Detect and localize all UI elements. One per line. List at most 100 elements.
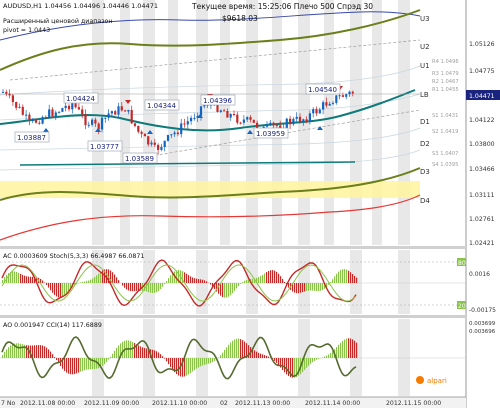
ac-bar <box>354 275 356 283</box>
svg-text:2012.11.14 00:00: 2012.11.14 00:00 <box>305 400 360 407</box>
svg-text:1.04775: 1.04775 <box>469 68 495 75</box>
ac-bar <box>220 283 222 296</box>
candle-body <box>117 106 120 115</box>
price-axis[interactable]: 1.05126 1.04775 1.04122 1.03800 1.03466 … <box>469 41 495 247</box>
ao-bar <box>316 358 318 360</box>
ao-bar <box>118 345 120 358</box>
ao-bar <box>278 358 280 366</box>
ac-bar <box>106 269 108 283</box>
ao-bar <box>344 339 346 358</box>
ac-bar <box>50 283 52 291</box>
ac-stoch-label: AC 0.0003609 Stoch(5,3,3) 66.4987 66.087… <box>3 253 144 260</box>
subwindow-separator-2[interactable] <box>0 315 466 318</box>
candle-body <box>48 109 51 118</box>
candle-body <box>338 95 341 97</box>
ao-bar <box>342 340 344 358</box>
ac-bar <box>238 283 240 286</box>
ac-bar <box>194 278 196 283</box>
candle-body <box>302 119 305 123</box>
ac-bar <box>236 283 238 289</box>
ac-bar <box>258 277 260 283</box>
svg-text:1.02761: 1.02761 <box>469 216 495 223</box>
ac-bar <box>202 279 204 283</box>
ac-bar <box>230 283 232 296</box>
ao-bar <box>340 342 342 358</box>
svg-text:alpari: alpari <box>427 377 447 385</box>
ao-bar <box>82 358 84 371</box>
ac-bar <box>282 279 284 283</box>
ac-bar <box>322 283 324 291</box>
ac-bar <box>350 272 352 283</box>
ao-bar <box>294 358 296 378</box>
ac-bar <box>318 283 320 292</box>
chart-window[interactable]: 1.04424 1.04344 1.04396 1.04540 1.03887 … <box>0 0 500 408</box>
candle-body <box>180 123 183 135</box>
ao-bar <box>34 345 36 358</box>
ao-bar <box>268 356 270 358</box>
ao-bar <box>146 348 148 358</box>
ac-bar <box>66 283 68 294</box>
ac-bar <box>314 283 316 291</box>
level-label-u2: U2 <box>420 43 430 51</box>
ac-bar <box>338 271 340 283</box>
svg-text:1.02421: 1.02421 <box>469 240 495 247</box>
ao-bar <box>192 358 194 372</box>
ao-bar <box>88 358 90 370</box>
ao-bar <box>102 358 104 366</box>
symbol-info: AUDUSD,H1 1.04456 1.04496 1.04446 1.0447… <box>3 2 158 10</box>
ac-bar <box>118 280 120 283</box>
ac-bar <box>166 281 168 283</box>
candle-body <box>94 119 97 124</box>
ao-bar <box>354 340 356 358</box>
ac-bar <box>206 281 208 283</box>
ac-bar <box>100 271 102 283</box>
ao-bar <box>264 355 266 358</box>
candle-body <box>54 112 57 117</box>
ac-bar <box>12 271 14 283</box>
ao-bar <box>244 341 246 358</box>
svg-text:7 No: 7 No <box>1 400 16 407</box>
ac-bar <box>48 283 50 288</box>
ao-bar <box>76 358 78 374</box>
ao-bar <box>44 346 46 358</box>
ao-bar <box>190 358 192 374</box>
svg-text:0.0016: 0.0016 <box>469 271 490 278</box>
candle-body <box>348 91 351 95</box>
candle-body <box>285 118 288 129</box>
ao-bar <box>74 358 76 374</box>
ac-bar <box>234 283 236 291</box>
ao-bar <box>230 342 232 358</box>
ac-bar <box>320 283 322 291</box>
ac-bar <box>330 282 332 283</box>
level-label-lb: LB <box>420 91 429 99</box>
ac-bar <box>356 277 358 283</box>
ac-bar <box>8 273 10 283</box>
subwindow-separator-1[interactable] <box>0 246 466 249</box>
candle-body <box>18 106 21 108</box>
candle-body <box>124 110 127 112</box>
ac-bar <box>200 279 202 283</box>
ao-bar <box>134 343 136 358</box>
ac-bar <box>310 283 312 291</box>
ao-bar <box>284 358 286 373</box>
candle-body <box>341 95 344 97</box>
ac-bar <box>134 283 136 292</box>
ao-bar <box>66 358 68 373</box>
ac-bar <box>80 282 82 283</box>
candle-body <box>269 122 272 125</box>
ac-bar <box>226 283 228 298</box>
ac-bar <box>204 280 206 283</box>
candle-body <box>315 109 318 114</box>
ac-bar <box>156 283 158 293</box>
ac-bar <box>154 283 156 293</box>
candle-body <box>166 135 170 141</box>
candle-body <box>232 114 236 116</box>
candle-body <box>1 91 5 93</box>
ao-bar <box>198 358 200 368</box>
ac-bar <box>262 274 264 283</box>
ac-bar <box>28 276 30 283</box>
ac-bar <box>304 283 306 292</box>
alpari-logo: alpari <box>416 376 447 385</box>
candle-body <box>170 134 173 136</box>
candle-body <box>11 95 14 103</box>
